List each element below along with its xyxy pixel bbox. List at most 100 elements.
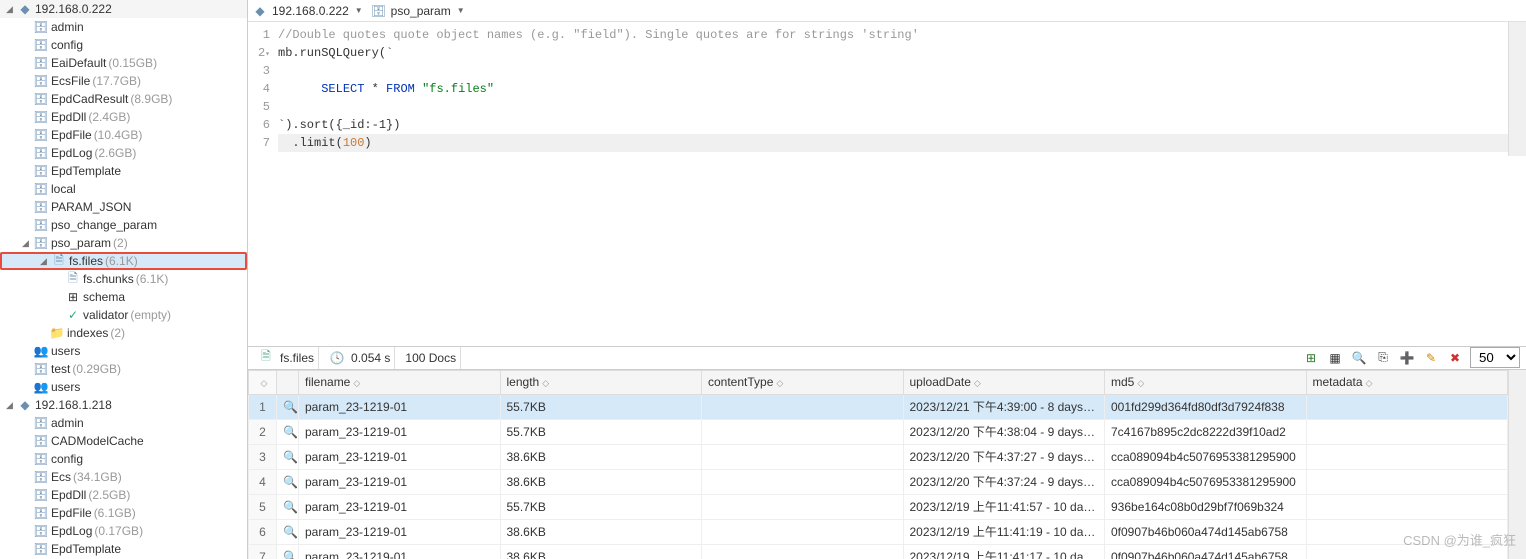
cell-uploadDate[interactable]: 2023/12/19 上午11:41:19 - 10 days ago: [903, 519, 1105, 544]
col-filename[interactable]: filename◇: [299, 370, 501, 394]
col-md5[interactable]: md5◇: [1105, 370, 1307, 394]
tree-item-validator[interactable]: ✓ validator (empty): [0, 306, 247, 324]
col-metadata[interactable]: metadata◇: [1306, 370, 1508, 394]
table-row[interactable]: 6 🔍 param_23-1219-01 38.6KB 2023/12/19 上…: [249, 519, 1508, 544]
tree-item-EpdLog[interactable]: 🗄 EpdLog (2.6GB): [0, 144, 247, 162]
tree-item-Ecs[interactable]: 🗄 Ecs (34.1GB): [0, 468, 247, 486]
cell-md5[interactable]: cca089094b4c5076953381295900: [1105, 469, 1307, 494]
cell-contentType[interactable]: [702, 494, 904, 519]
copy-button[interactable]: ⎘: [1374, 349, 1392, 367]
tree-item-EcsFile[interactable]: 🗄 EcsFile (17.7GB): [0, 72, 247, 90]
cell-filename[interactable]: param_23-1219-01: [299, 444, 501, 469]
cell-metadata[interactable]: [1306, 469, 1508, 494]
tree-item-test[interactable]: 🗄 test (0.29GB): [0, 360, 247, 378]
row-doc-button[interactable]: 🔍: [277, 419, 299, 444]
chevron-icon[interactable]: ◢: [20, 238, 31, 249]
breadcrumb-server[interactable]: ◆ 192.168.0.222 ▼: [252, 3, 367, 19]
chevron-icon[interactable]: [20, 94, 31, 105]
cell-length[interactable]: 38.6KB: [500, 544, 702, 559]
col-contentType[interactable]: contentType◇: [702, 370, 904, 394]
cell-length[interactable]: 55.7KB: [500, 394, 702, 419]
cell-metadata[interactable]: [1306, 394, 1508, 419]
results-grid[interactable]: ◇ filename◇length◇contentType◇uploadDate◇…: [248, 370, 1508, 559]
tree-item-config[interactable]: 🗄 config: [0, 36, 247, 54]
cell-md5[interactable]: 001fd299d364fd80df3d7924f838: [1105, 394, 1307, 419]
tree-item-EpdFile[interactable]: 🗄 EpdFile (6.1GB): [0, 504, 247, 522]
tree-item-EaiDefault[interactable]: 🗄 EaiDefault (0.15GB): [0, 54, 247, 72]
tree-item-192-168-1-218[interactable]: ◢ ◆ 192.168.1.218: [0, 396, 247, 414]
grid-scrollbar[interactable]: [1508, 370, 1526, 559]
chevron-icon[interactable]: [20, 382, 31, 393]
cell-filename[interactable]: param_23-1219-01: [299, 394, 501, 419]
cell-contentType[interactable]: [702, 544, 904, 559]
chevron-icon[interactable]: [52, 292, 63, 303]
table-row[interactable]: 5 🔍 param_23-1219-01 55.7KB 2023/12/19 上…: [249, 494, 1508, 519]
cell-filename[interactable]: param_23-1219-01: [299, 494, 501, 519]
table-row[interactable]: 2 🔍 param_23-1219-01 55.7KB 2023/12/20 下…: [249, 419, 1508, 444]
breadcrumb-db[interactable]: 🗄 pso_param ▼: [371, 3, 469, 19]
sql-editor[interactable]: 12▾34567 //Double quotes quote object na…: [248, 22, 1526, 156]
tree-item-EpdCadResult[interactable]: 🗄 EpdCadResult (8.9GB): [0, 90, 247, 108]
row-doc-button[interactable]: 🔍: [277, 494, 299, 519]
export-excel-button[interactable]: ⊞: [1302, 349, 1320, 367]
col-length[interactable]: length◇: [500, 370, 702, 394]
cell-metadata[interactable]: [1306, 519, 1508, 544]
cell-filename[interactable]: param_23-1219-01: [299, 544, 501, 559]
table-row[interactable]: 3 🔍 param_23-1219-01 38.6KB 2023/12/20 下…: [249, 444, 1508, 469]
cell-metadata[interactable]: [1306, 419, 1508, 444]
editor-code[interactable]: //Double quotes quote object names (e.g.…: [278, 22, 1508, 156]
cell-filename[interactable]: param_23-1219-01: [299, 469, 501, 494]
cell-length[interactable]: 38.6KB: [500, 444, 702, 469]
chevron-icon[interactable]: [20, 202, 31, 213]
cell-uploadDate[interactable]: 2023/12/19 上午11:41:17 - 10 days ago: [903, 544, 1105, 559]
col-rownum[interactable]: ◇: [249, 370, 277, 394]
cell-uploadDate[interactable]: 2023/12/20 下午4:37:24 - 9 days ago: [903, 469, 1105, 494]
chevron-icon[interactable]: [20, 526, 31, 537]
chevron-icon[interactable]: [20, 148, 31, 159]
editor-scrollbar[interactable]: [1508, 22, 1526, 156]
tree-item-CADModelCache[interactable]: 🗄 CADModelCache: [0, 432, 247, 450]
tree-item-EpdDll[interactable]: 🗄 EpdDll (2.4GB): [0, 108, 247, 126]
table-row[interactable]: 7 🔍 param_23-1219-01 38.6KB 2023/12/19 上…: [249, 544, 1508, 559]
cell-md5[interactable]: 7c4167b895c2dc8222d39f10ad2: [1105, 419, 1307, 444]
tree-item-indexes[interactable]: 📁 indexes (2): [0, 324, 247, 342]
cell-length[interactable]: 55.7KB: [500, 494, 702, 519]
chevron-icon[interactable]: [20, 436, 31, 447]
collection-name-item[interactable]: 🗎 fs.files: [254, 347, 319, 369]
delete-document-button[interactable]: ✖: [1446, 349, 1464, 367]
chevron-icon[interactable]: ◢: [4, 400, 15, 411]
chevron-icon[interactable]: [20, 490, 31, 501]
chevron-down-icon[interactable]: ▼: [351, 6, 367, 15]
cell-uploadDate[interactable]: 2023/12/21 下午4:39:00 - 8 days ago: [903, 394, 1105, 419]
cell-contentType[interactable]: [702, 444, 904, 469]
chevron-icon[interactable]: [20, 544, 31, 555]
col-uploadDate[interactable]: uploadDate◇: [903, 370, 1105, 394]
cell-uploadDate[interactable]: 2023/12/19 上午11:41:57 - 10 days ago: [903, 494, 1105, 519]
chevron-icon[interactable]: [20, 22, 31, 33]
cell-metadata[interactable]: [1306, 544, 1508, 559]
cell-filename[interactable]: param_23-1219-01: [299, 419, 501, 444]
tree-item-users[interactable]: 👥 users: [0, 342, 247, 360]
chevron-icon[interactable]: [20, 472, 31, 483]
cell-md5[interactable]: 936be164c08b0d29bf7f069b324: [1105, 494, 1307, 519]
table-row[interactable]: 4 🔍 param_23-1219-01 38.6KB 2023/12/20 下…: [249, 469, 1508, 494]
chevron-icon[interactable]: ◢: [4, 4, 15, 15]
tree-item-EpdDll[interactable]: 🗄 EpdDll (2.5GB): [0, 486, 247, 504]
row-doc-button[interactable]: 🔍: [277, 469, 299, 494]
page-size-select[interactable]: 50: [1470, 347, 1520, 368]
tree-item-EpdTemplate[interactable]: 🗄 EpdTemplate: [0, 540, 247, 558]
chevron-down-icon[interactable]: ▼: [453, 6, 469, 15]
add-document-button[interactable]: ➕: [1398, 349, 1416, 367]
cell-contentType[interactable]: [702, 469, 904, 494]
chevron-icon[interactable]: [20, 112, 31, 123]
row-doc-button[interactable]: 🔍: [277, 519, 299, 544]
chevron-icon[interactable]: [20, 58, 31, 69]
chevron-icon[interactable]: [52, 274, 63, 285]
chevron-icon[interactable]: [20, 364, 31, 375]
chevron-icon[interactable]: ◢: [38, 256, 49, 267]
cell-contentType[interactable]: [702, 394, 904, 419]
tree-item-192-168-0-222[interactable]: ◢ ◆ 192.168.0.222: [0, 0, 247, 18]
connection-tree[interactable]: ◢ ◆ 192.168.0.222 🗄 admin 🗄 config 🗄 Eai…: [0, 0, 248, 559]
cell-metadata[interactable]: [1306, 444, 1508, 469]
cell-length[interactable]: 38.6KB: [500, 519, 702, 544]
